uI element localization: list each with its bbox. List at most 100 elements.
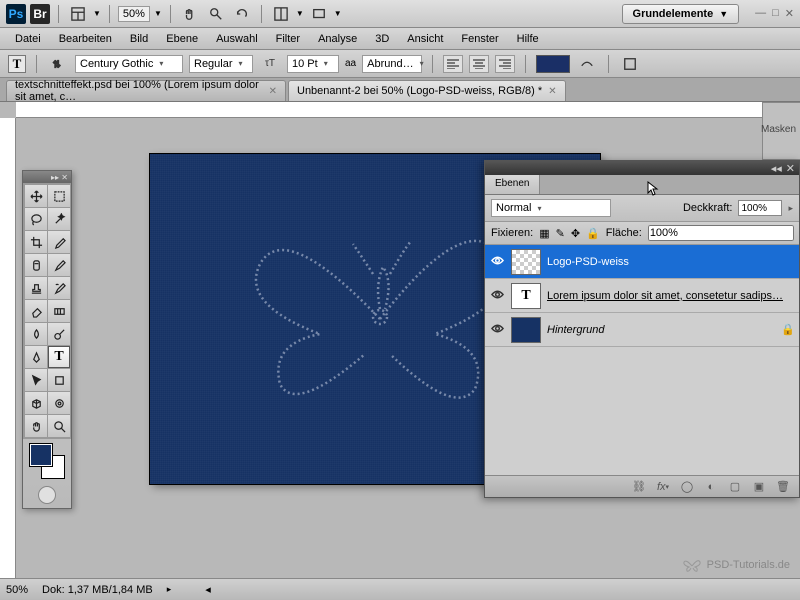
shape-tool[interactable] (48, 369, 70, 391)
font-size-select[interactable]: 10 Pt (287, 55, 339, 73)
document-tabs: textschnitteffekt.psd bei 100% (Lorem ip… (0, 78, 800, 102)
crop-tool[interactable] (25, 231, 47, 253)
visibility-icon[interactable] (489, 254, 505, 270)
menu-fenster[interactable]: Fenster (452, 30, 507, 48)
minimize-icon[interactable]: — (755, 7, 766, 20)
type-tool[interactable]: T (48, 346, 70, 368)
gradient-tool[interactable] (48, 300, 70, 322)
menu-auswahl[interactable]: Auswahl (207, 30, 267, 48)
document-tab[interactable]: Unbenannt-2 bei 50% (Logo-PSD-weiss, RGB… (288, 80, 566, 101)
zoom-select[interactable]: 50% (118, 6, 150, 22)
healing-tool[interactable] (25, 254, 47, 276)
layer-thumbnail[interactable] (511, 317, 541, 343)
character-panel-icon[interactable] (619, 53, 641, 75)
lasso-tool[interactable] (25, 208, 47, 230)
mask-icon[interactable]: ◯ (679, 479, 695, 495)
move-tool[interactable] (25, 185, 47, 207)
workspace-switcher[interactable]: Grundelemente▼ (622, 4, 740, 24)
menu-bild[interactable]: Bild (121, 30, 157, 48)
eraser-tool[interactable] (25, 300, 47, 322)
close-tab-icon[interactable]: ✕ (548, 86, 556, 97)
menu-ansicht[interactable]: Ansicht (398, 30, 452, 48)
path-select-tool[interactable] (25, 369, 47, 391)
adjustment-icon[interactable]: ◐ (703, 479, 719, 495)
bridge-logo-icon[interactable]: Br (30, 4, 50, 24)
lock-position-icon[interactable]: ✥ (571, 226, 580, 240)
menu-datei[interactable]: Datei (6, 30, 50, 48)
stamp-tool[interactable] (25, 277, 47, 299)
close-tab-icon[interactable]: ✕ (269, 86, 277, 97)
photoshop-logo-icon[interactable]: Ps (6, 4, 26, 24)
lock-paint-icon[interactable]: ✎ (556, 226, 565, 240)
layer-row[interactable]: Hintergrund 🔒 (485, 313, 799, 347)
menu-analyse[interactable]: Analyse (309, 30, 366, 48)
visibility-icon[interactable] (489, 322, 505, 338)
panel-header[interactable]: ◂◂✕ (485, 161, 799, 175)
align-center-icon[interactable] (469, 55, 489, 73)
lock-label: Fixieren: (491, 227, 533, 239)
font-family-select[interactable]: Century Gothic (75, 55, 183, 73)
3d-tool[interactable] (25, 392, 47, 414)
brush-tool[interactable] (48, 254, 70, 276)
layer-name[interactable]: Hintergrund (547, 324, 775, 336)
ruler-horizontal[interactable] (16, 102, 800, 118)
quickmask-toggle[interactable] (38, 486, 56, 504)
lock-transparency-icon[interactable]: ▦ (539, 226, 549, 240)
zoom-tool[interactable] (48, 415, 70, 437)
blur-tool[interactable] (25, 323, 47, 345)
screenmode-icon[interactable] (308, 3, 330, 25)
eyedropper-tool[interactable] (48, 231, 70, 253)
arrange-icon[interactable] (270, 3, 292, 25)
status-docinfo[interactable]: Dok: 1,37 MB/1,84 MB (42, 584, 153, 596)
group-icon[interactable]: ▢ (727, 479, 743, 495)
menu-3d[interactable]: 3D (366, 30, 398, 48)
layer-row[interactable]: Logo-PSD-weiss (485, 245, 799, 279)
hand-icon[interactable] (179, 3, 201, 25)
close-icon[interactable]: ✕ (785, 7, 794, 20)
marquee-tool[interactable] (48, 185, 70, 207)
fill-input[interactable] (648, 225, 794, 241)
layer-thumbnail[interactable]: T (511, 283, 541, 309)
zoom-icon[interactable] (205, 3, 227, 25)
3d-camera-tool[interactable] (48, 392, 70, 414)
wand-tool[interactable] (48, 208, 70, 230)
layers-tab[interactable]: Ebenen (485, 175, 540, 194)
link-icon[interactable]: ⛓ (631, 479, 647, 495)
menu-hilfe[interactable]: Hilfe (508, 30, 548, 48)
delete-icon[interactable]: 🗑 (775, 479, 791, 495)
menu-filter[interactable]: Filter (267, 30, 309, 48)
menu-bearbeiten[interactable]: Bearbeiten (50, 30, 121, 48)
warp-text-icon[interactable] (576, 53, 598, 75)
layer-name[interactable]: Logo-PSD-weiss (547, 256, 795, 268)
dodge-tool[interactable] (48, 323, 70, 345)
layout-icon[interactable] (67, 3, 89, 25)
text-color-swatch[interactable] (536, 55, 570, 73)
pen-tool[interactable] (25, 346, 47, 368)
document-tab[interactable]: textschnitteffekt.psd bei 100% (Lorem ip… (6, 80, 286, 101)
align-right-icon[interactable] (495, 55, 515, 73)
lock-all-icon[interactable]: 🔒 (586, 226, 600, 240)
visibility-icon[interactable] (489, 288, 505, 304)
opacity-input[interactable] (738, 200, 782, 216)
menu-ebene[interactable]: Ebene (157, 30, 207, 48)
new-layer-icon[interactable]: ▣ (751, 479, 767, 495)
orientation-icon[interactable]: ⇅ (47, 53, 69, 75)
toolbox-header[interactable]: ▸▸ ✕ (23, 171, 71, 183)
align-left-icon[interactable] (443, 55, 463, 73)
font-weight-select[interactable]: Regular (189, 55, 253, 73)
color-picker[interactable] (29, 443, 65, 479)
status-zoom[interactable]: 50% (6, 584, 28, 596)
layer-thumbnail[interactable] (511, 249, 541, 275)
maximize-icon[interactable]: □ (772, 7, 779, 20)
rotate-icon[interactable] (231, 3, 253, 25)
history-brush-tool[interactable] (48, 277, 70, 299)
layer-row[interactable]: T Lorem ipsum dolor sit amet, consetetur… (485, 279, 799, 313)
antialias-select[interactable]: Abrund… (362, 55, 422, 73)
layer-name[interactable]: Lorem ipsum dolor sit amet, consetetur s… (547, 290, 795, 302)
fx-icon[interactable]: fx▾ (655, 479, 671, 495)
blend-mode-select[interactable]: Normal (491, 199, 611, 217)
masken-tab[interactable]: Masken (761, 124, 796, 135)
foreground-color[interactable] (29, 443, 53, 467)
ruler-vertical[interactable] (0, 118, 16, 578)
hand-tool[interactable] (25, 415, 47, 437)
